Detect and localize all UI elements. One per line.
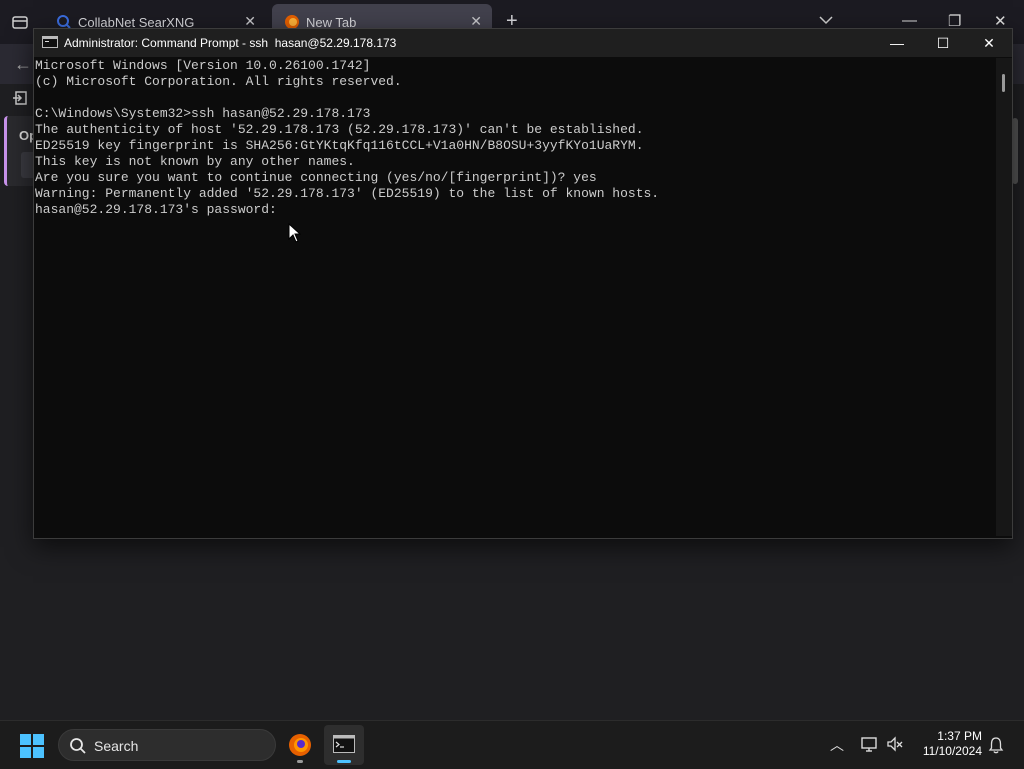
maximize-button[interactable]: ☐ (920, 31, 966, 55)
window-title: Administrator: Command Prompt - ssh hasa… (64, 36, 397, 50)
tray-overflow-chevron-icon[interactable]: ︿ (830, 735, 844, 755)
taskbar-search[interactable]: Search (58, 729, 276, 761)
scrollbar-thumb[interactable] (1002, 74, 1005, 92)
command-prompt-icon (333, 735, 355, 753)
sign-in-icon[interactable] (12, 90, 28, 106)
terminal-scrollbar[interactable] (996, 58, 1012, 536)
terminal-line: The authenticity of host '52.29.178.173 … (35, 122, 644, 137)
notification-bell-icon[interactable] (988, 736, 1004, 754)
taskbar-clock[interactable]: 1:37 PM 11/10/2024 (914, 729, 982, 759)
clock-date: 11/10/2024 (922, 744, 982, 758)
terminal-line: Are you sure you want to continue connec… (35, 170, 597, 185)
terminal-output[interactable]: Microsoft Windows [Version 10.0.26100.17… (34, 58, 994, 536)
minimize-button[interactable]: — (874, 31, 920, 55)
command-prompt-window: Administrator: Command Prompt - ssh hasa… (33, 28, 1013, 539)
close-button[interactable]: ✕ (966, 31, 1012, 55)
network-icon[interactable] (860, 735, 878, 753)
taskbar: Search ︿ 1:37 PM 11/10/2024 (0, 720, 1024, 769)
password-prompt-line: hasan@52.29.178.173's password: (35, 202, 277, 217)
terminal-line: Microsoft Windows [Version 10.0.26100.17… (35, 58, 371, 73)
mouse-cursor-icon (288, 223, 302, 243)
volume-muted-icon[interactable] (886, 735, 904, 753)
windows-start-icon[interactable] (20, 734, 44, 758)
terminal-line: C:\Windows\System32>ssh hasan@52.29.178.… (35, 106, 371, 121)
terminal-line (34, 90, 994, 106)
terminal-line: This key is not known by any other names… (35, 154, 355, 169)
terminal-line: Warning: Permanently added '52.29.178.17… (35, 186, 660, 201)
terminal-line: ED25519 key fingerprint is SHA256:GtYKtq… (35, 138, 644, 153)
terminal-line: (c) Microsoft Corporation. All rights re… (35, 74, 402, 89)
taskbar-firefox[interactable] (280, 725, 320, 765)
command-prompt-icon (42, 36, 58, 48)
running-indicator (297, 760, 303, 763)
taskbar-command-prompt[interactable] (324, 725, 364, 765)
search-icon (70, 738, 86, 754)
browser-minimize-icon[interactable]: — (902, 12, 917, 29)
tab-list-icon[interactable] (10, 12, 30, 32)
clock-time: 1:37 PM (937, 729, 982, 743)
back-arrow-icon[interactable]: ← (14, 54, 32, 75)
chevron-down-icon[interactable] (818, 12, 834, 28)
firefox-icon (289, 734, 311, 756)
cmd-titlebar[interactable]: Administrator: Command Prompt - ssh hasa… (34, 29, 1012, 57)
active-indicator (337, 760, 351, 763)
search-label: Search (94, 738, 139, 754)
